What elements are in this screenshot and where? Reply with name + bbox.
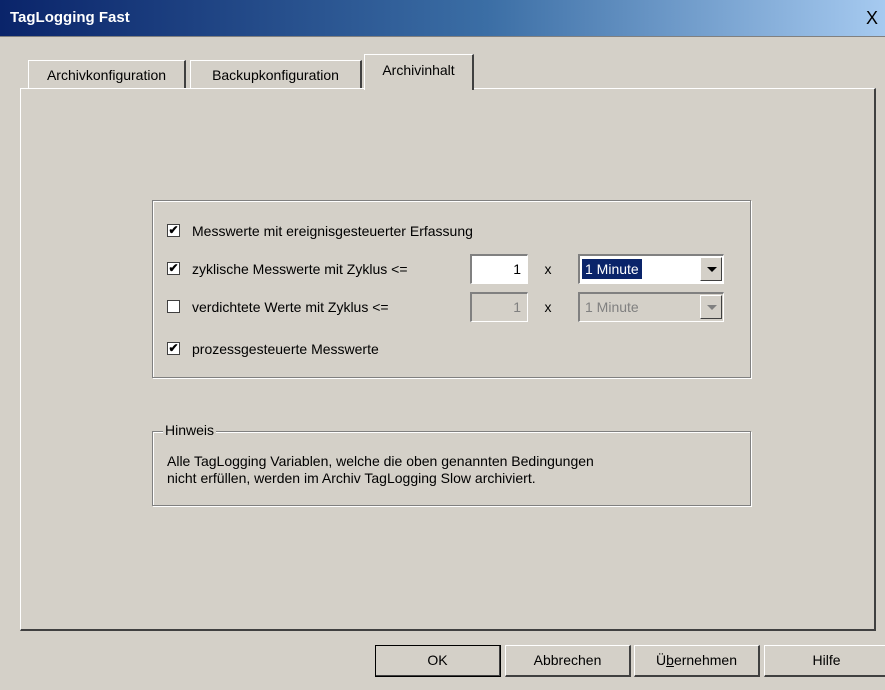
compressed-times-label: x [544,299,552,315]
apply-label-pre: Ü [656,652,667,668]
apply-label-post: ernehmen [673,652,737,668]
hint-text: Alle TagLogging Variablen, welche die ob… [167,453,727,487]
checkbox-compressed-values[interactable] [167,300,180,313]
tab-archivinhalt[interactable]: Archivinhalt [364,54,474,90]
apply-button[interactable]: Übernehmen [634,645,760,677]
checkbox-event-values[interactable]: ✔ [167,224,180,237]
chevron-down-icon[interactable] [700,257,722,281]
archive-content-group: ✔ Messwerte mit ereignisgesteuerter Erfa… [152,200,751,378]
tab-backupkonfiguration[interactable]: Backupkonfiguration [190,60,362,88]
label-process-values: prozessgesteuerte Messwerte [192,341,379,357]
cancel-button[interactable]: Abbrechen [505,645,631,677]
hint-line-1: Alle TagLogging Variablen, welche die ob… [167,453,594,469]
hint-group: Hinweis Alle TagLogging Variablen, welch… [152,422,751,506]
label-cyclic-values: zyklische Messwerte mit Zyklus <= [192,261,408,277]
label-event-values: Messwerte mit ereignisgesteuerter Erfass… [192,223,473,239]
cyclic-unit-value: 1 Minute [582,259,642,279]
tab-archivkonfiguration[interactable]: Archivkonfiguration [28,60,186,88]
checkbox-cyclic-values[interactable]: ✔ [167,262,180,275]
cyclic-factor-input[interactable]: 1 [470,254,528,284]
checkbox-process-values[interactable]: ✔ [167,342,180,355]
cyclic-unit-select[interactable]: 1 Minute [578,254,724,284]
window-title: TagLogging Fast [10,9,130,26]
help-button[interactable]: Hilfe [764,645,885,677]
compressed-unit-select: 1 Minute [578,292,724,322]
label-compressed-values: verdichtete Werte mit Zyklus <= [192,299,389,315]
close-icon[interactable]: X [861,8,883,28]
compressed-unit-value: 1 Minute [585,299,639,315]
hint-line-2: nicht erfüllen, werden im Archiv TagLogg… [167,470,536,486]
ok-button[interactable]: OK [375,645,501,677]
cyclic-times-label: x [544,261,552,277]
title-bar: TagLogging Fast X [0,0,885,37]
chevron-down-icon [700,295,722,319]
apply-label-accesskey: b [666,652,674,668]
compressed-factor-input: 1 [470,292,528,322]
hint-legend: Hinweis [163,422,217,438]
